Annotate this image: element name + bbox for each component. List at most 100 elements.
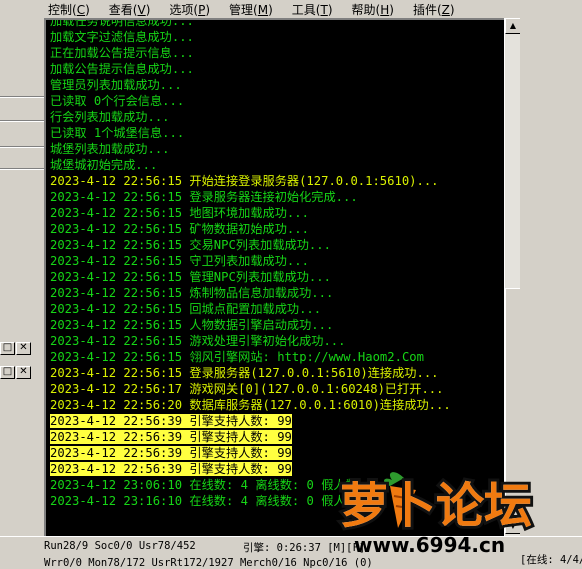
menu-item-6[interactable]: 插件(Z) [404,1,455,18]
log-text: 2023-4-12 22:56:15 炼制物品信息加载成功... [50,286,334,300]
divider [0,168,44,170]
log-text: 正在加载公告提示信息... [50,46,194,60]
log-text: 2023-4-12 22:56:17 游戏网关[0](127.0.0.1:602… [50,382,444,396]
menu-accelerator: M [257,2,269,17]
log-text: 2023-4-12 22:56:15 登录服务器(127.0.0.1:5610)… [50,366,439,380]
log-line: 2023-4-12 22:56:15 翎风引擎网站: http://www.Ha… [46,349,504,365]
status-run: Run28/9 Soc0/0 Usr78/452 [44,540,196,552]
menu-item-4[interactable]: 工具(T) [283,1,333,18]
menu-label: 管理 [229,2,254,17]
log-line: 2023-4-12 22:56:17 游戏网关[0](127.0.0.1:602… [46,381,504,397]
menu-item-3[interactable]: 管理(M) [220,1,273,18]
menu-accelerator: Z [441,2,450,17]
right-pane [520,18,582,536]
log-line: 管理员列表加载成功... [46,77,504,93]
log-text: 2023-4-12 22:56:15 矿物数据初始成功... [50,222,309,236]
divider [0,120,44,122]
log-line: 2023-4-12 22:56:15 管理NPC列表加载成功... [46,269,504,285]
menu-bar: 控制(C) 查看(V) 选项(P) 管理(M) 工具(T) 帮助(H) 插件(Z) [0,0,582,18]
menu-label: 选项 [169,2,194,17]
log-text: 2023-4-12 22:56:15 登录服务器连接初始化完成... [50,190,358,204]
log-text: 加载公告提示信息成功... [50,62,194,76]
log-line: 2023-4-12 22:56:15 登录服务器连接初始化完成... [46,189,504,205]
menu-item-2[interactable]: 选项(P) [160,1,210,18]
log-text: 2023-4-12 22:56:39 引擎支持人数: 99 [50,462,292,476]
log-line: 2023-4-12 22:56:15 地图环境加载成功... [46,205,504,221]
log-line: 2023-4-12 22:56:15 开始连接登录服务器(127.0.0.1:5… [46,173,504,189]
log-line: 加载任务说明信息成功... [46,18,504,29]
log-line: 2023-4-12 22:56:15 矿物数据初始成功... [46,221,504,237]
log-text: 2023-4-12 22:56:15 回城点配置加载成功... [50,302,322,316]
log-line: 城堡列表加载成功... [46,141,504,157]
menu-label: 控制 [48,2,73,17]
log-text: 2023-4-12 23:16:10 在线数: 4 离线数: 0 假人数 [50,494,358,508]
restore-icon[interactable]: □ [0,366,15,379]
log-text: 2023-4-12 22:56:15 交易NPC列表加载成功... [50,238,331,252]
log-text: 加载任务说明信息成功... [50,18,194,28]
log-line: 2023-4-12 22:56:15 炼制物品信息加载成功... [46,285,504,301]
child-window-controls: □ ✕ [0,366,32,379]
log-text: 2023-4-12 22:56:15 游戏处理引擎初始化成功... [50,334,346,348]
menu-item-5[interactable]: 帮助(H) [343,1,394,18]
log-line: 2023-4-12 22:56:15 回城点配置加载成功... [46,301,504,317]
log-line: 城堡城初始完成... [46,157,504,173]
log-text: 2023-4-12 22:56:39 引擎支持人数: 99 [50,414,292,428]
log-text: 2023-4-12 22:56:15 翎风引擎网站: http://www.Ha… [50,350,424,364]
status-counters: Wrr0/0 Mon78/172 UsrRt172/1927 Merch0/16… [44,557,373,569]
log-text: 已读取 1个城堡信息... [50,126,185,140]
log-line: 2023-4-12 22:56:39 引擎支持人数: 99 [46,429,504,445]
menu-label: 帮助 [351,2,376,17]
menu-accelerator: C [76,2,86,17]
menu-item-0[interactable]: 控制(C) [0,1,90,18]
svg-text:萝卜论坛: 萝卜论坛 [340,478,532,534]
log-text: 管理员列表加载成功... [50,78,182,92]
log-text: 加载文字过滤信息成功... [50,30,194,44]
watermark-url: www.6994.cn [354,533,505,557]
log-line: 已读取 0个行会信息... [46,93,504,109]
log-text: 2023-4-12 22:56:15 守卫列表加载成功... [50,254,309,268]
log-text: 2023-4-12 22:56:20 数据库服务器(127.0.0.1:6010… [50,398,451,412]
divider [0,146,44,148]
log-line: 2023-4-12 22:56:15 人物数据引擎启动成功... [46,317,504,333]
restore-icon[interactable]: □ [0,342,15,355]
log-text: 2023-4-12 23:06:10 在线数: 4 离线数: 0 假人数 [50,478,358,492]
log-text: 2023-4-12 22:56:39 引擎支持人数: 99 [50,446,292,460]
log-line: 加载公告提示信息成功... [46,61,504,77]
log-line: 2023-4-12 22:56:15 守卫列表加载成功... [46,253,504,269]
log-line: 行会列表加载成功... [46,109,504,125]
watermark-logo: 萝卜论坛 萝卜论坛 www.6994.cn [336,468,576,558]
log-line: 2023-4-12 22:56:15 登录服务器(127.0.0.1:5610)… [46,365,504,381]
menu-accelerator: T [320,2,328,17]
console-log: 加载任务说明信息成功... 加载文字过滤信息成功... 正在加载公告提示信息... 加… [44,18,504,536]
menu-item-1[interactable]: 查看(V) [100,1,151,18]
log-text: 2023-4-12 22:56:15 管理NPC列表加载成功... [50,270,331,284]
log-line: 正在加载公告提示信息... [46,45,504,61]
divider [0,96,44,98]
log-text: 2023-4-12 22:56:15 人物数据引擎启动成功... [50,318,334,332]
log-line: 已读取 1个城堡信息... [46,125,504,141]
close-icon[interactable]: ✕ [16,342,31,355]
log-text: 2023-4-12 22:56:15 地图环境加载成功... [50,206,309,220]
menu-accelerator: P [198,2,206,17]
log-line: 2023-4-12 22:56:15 游戏处理引擎初始化成功... [46,333,504,349]
log-line: 2023-4-12 22:56:39 引擎支持人数: 99 [46,413,504,429]
menu-label: 工具 [291,2,316,17]
left-pane: □ ✕ □ ✕ [0,18,44,538]
menu-label: 查看 [108,2,133,17]
log-text: 已读取 0个行会信息... [50,94,185,108]
log-text: 城堡列表加载成功... [50,142,170,156]
log-text: 城堡城初始完成... [50,158,158,172]
log-line: 2023-4-12 22:56:39 引擎支持人数: 99 [46,445,504,461]
menu-accelerator: H [380,2,390,17]
log-text: 行会列表加载成功... [50,110,170,124]
close-icon[interactable]: ✕ [16,366,31,379]
menu-label: 插件 [412,2,437,17]
menu-accelerator: V [137,2,146,17]
log-line: 2023-4-12 22:56:15 交易NPC列表加载成功... [46,237,504,253]
vertical-scrollbar[interactable]: ▲ ▼ [504,18,521,536]
log-line: 2023-4-12 22:56:20 数据库服务器(127.0.0.1:6010… [46,397,504,413]
log-text: 2023-4-12 22:56:15 开始连接登录服务器(127.0.0.1:5… [50,174,439,188]
log-text: 2023-4-12 22:56:39 引擎支持人数: 99 [50,430,292,444]
scroll-up-icon[interactable]: ▲ [505,18,521,34]
child-window-controls: □ ✕ [0,342,32,355]
